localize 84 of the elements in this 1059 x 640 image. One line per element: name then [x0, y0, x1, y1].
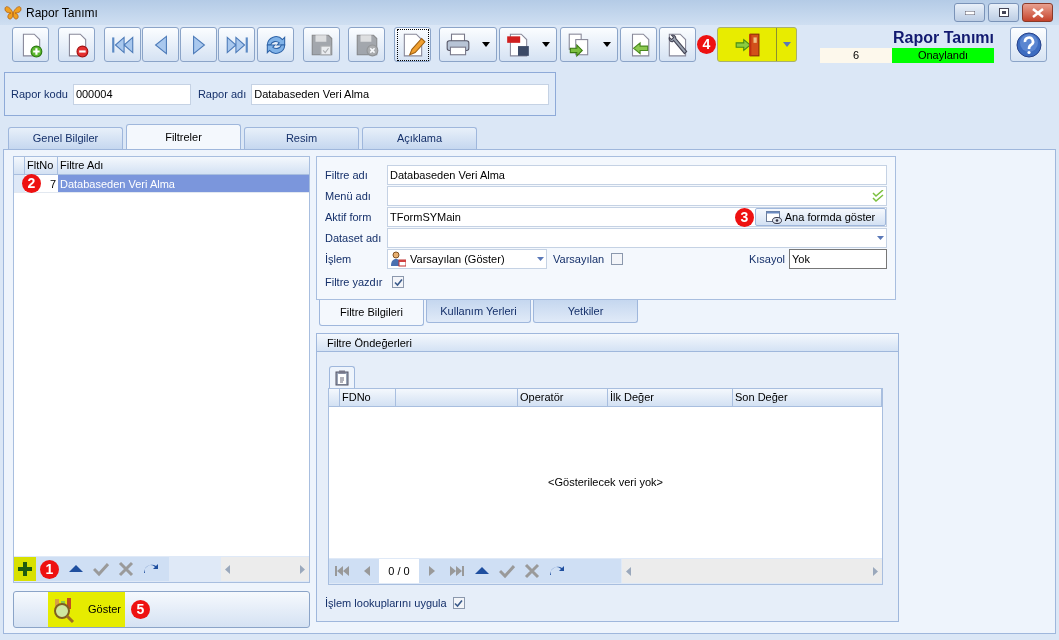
caret-icon [782, 42, 791, 47]
record-counter: 0 / 0 [379, 559, 419, 583]
check-icon [498, 563, 515, 579]
tab[interactable]: Genel Bilgiler [8, 127, 123, 149]
plus-icon [17, 561, 33, 577]
input-field[interactable]: Databaseden Veri Alma [251, 83, 549, 105]
caret-icon [481, 42, 490, 47]
dropdown-icon [877, 236, 884, 240]
checkbox-label: İşlem lookuplarını uygula [325, 596, 447, 611]
tab[interactable]: Kullanım Yerleri [426, 300, 531, 323]
toolbar-button[interactable] [58, 27, 95, 62]
input-field[interactable]: Yok [789, 249, 887, 269]
restore-icon [998, 8, 1009, 17]
magnifier-chart-icon [52, 596, 76, 623]
field-label: Filtre adı [325, 167, 369, 183]
tab[interactable]: Filtre Bilgileri [319, 300, 424, 326]
field-label: Kısayol [748, 251, 785, 267]
table-cell-text: 7 [49, 177, 56, 192]
input-field[interactable]: Databaseden Veri Alma [387, 165, 887, 185]
pdf-icon [504, 31, 531, 58]
check-icon [92, 561, 109, 577]
field-label: Rapor kodu [11, 86, 68, 102]
checkbox[interactable] [611, 253, 624, 265]
add-button[interactable] [14, 557, 36, 581]
field-label: Aktif form [325, 209, 373, 225]
record-number: 6 [820, 48, 892, 63]
toolbar-button[interactable] [659, 27, 696, 62]
field-label: İşlem [325, 251, 353, 267]
clipboard-icon [335, 369, 349, 386]
help-icon [1015, 31, 1042, 58]
dropdown-icon [537, 257, 544, 261]
tab[interactable]: Açıklama [362, 127, 477, 149]
form-title: Rapor Tanımı [892, 28, 994, 48]
scroll-left-icon [225, 564, 230, 574]
dropdown-field[interactable]: Varsayılan (Göster) [387, 249, 547, 269]
tab[interactable]: Filtreler [126, 124, 241, 149]
checkbox[interactable] [392, 276, 404, 288]
checkbox[interactable] [452, 597, 465, 610]
input-field[interactable] [387, 228, 887, 248]
horizontal-scrollbar[interactable] [622, 559, 882, 583]
caret-icon [541, 42, 550, 47]
callout-badge: 1 [40, 559, 59, 579]
scroll-left-icon [626, 566, 631, 576]
help-button[interactable] [1010, 27, 1047, 62]
field-label: Filtre yazdır [325, 274, 384, 290]
maximize-button[interactable] [988, 3, 1019, 22]
panel-title: Filtre Öndeğerleri [317, 334, 898, 352]
toolbar-button[interactable] [394, 27, 431, 62]
tab[interactable]: Yetkiler [533, 300, 638, 323]
column-header: FDNo [340, 389, 396, 406]
exit-door-icon [734, 31, 760, 58]
double-check-icon [872, 190, 884, 202]
field-label: Dataset adı [325, 230, 383, 246]
tab[interactable]: Resim [244, 127, 359, 149]
close-button[interactable] [1022, 3, 1053, 22]
first-icon [333, 563, 350, 579]
close-icon [1031, 7, 1044, 18]
cancel-icon [117, 561, 134, 577]
cancel-icon [523, 563, 540, 579]
butterfly-icon [4, 4, 22, 21]
field-label: Rapor adı [197, 86, 247, 102]
field-label: Varsayılan [553, 251, 605, 267]
input-field[interactable] [387, 186, 887, 206]
callout-badge: 4 [697, 35, 716, 54]
column-header: Operatör [518, 389, 608, 406]
column-header: Filtre Adı [59, 158, 105, 173]
empty-message: <Gösterilecek veri yok> [548, 475, 663, 491]
last-icon [448, 563, 465, 579]
scroll-right-icon [873, 566, 878, 576]
status-label: Onaylandı [892, 48, 994, 63]
caret-icon [602, 42, 611, 47]
column-header: İlk Değer [608, 389, 733, 406]
toolbar-button[interactable] [499, 27, 557, 62]
user-icon [390, 251, 406, 267]
minimize-icon [964, 10, 975, 15]
field-label: Menü adı [325, 188, 372, 204]
column-header: Son Değer [733, 389, 882, 406]
window-title: Rapor Tanımı [26, 4, 98, 22]
scroll-right-icon [300, 564, 305, 574]
printer-icon [444, 31, 471, 58]
column-header: FltNo [25, 157, 58, 174]
input-field[interactable]: 000004 [72, 83, 191, 105]
clipboard-button[interactable] [329, 366, 355, 388]
horizontal-scrollbar[interactable] [221, 557, 309, 581]
